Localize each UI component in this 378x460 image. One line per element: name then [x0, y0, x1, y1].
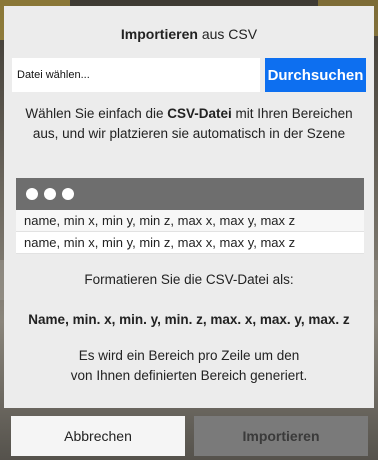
csv-preview-header: [16, 178, 364, 210]
generation-note: Es wird ein Bereich pro Zeile um den von…: [14, 346, 364, 386]
note-line: von Ihnen definierten Bereich generiert.: [70, 368, 308, 383]
note-line: Es wird ein Bereich pro Zeile um den: [78, 348, 300, 363]
import-button[interactable]: Importieren: [194, 416, 368, 456]
description-pre: Wählen Sie einfach die: [25, 106, 168, 121]
csv-preview-row: name, min x, min y, min z, max x, max y,…: [16, 232, 364, 254]
csv-preview-row: name, min x, min y, min z, max x, max y,…: [16, 210, 364, 232]
dialog-title-rest: aus CSV: [197, 26, 258, 42]
description-bold: CSV-Datei: [167, 106, 232, 121]
description-text: Wählen Sie einfach die CSV-Datei mit Ihr…: [14, 104, 364, 144]
file-path-field[interactable]: Datei wählen...: [12, 58, 260, 92]
browse-button[interactable]: Durchsuchen: [265, 58, 366, 92]
dot-icon: [62, 188, 74, 200]
csv-preview: name, min x, min y, min z, max x, max y,…: [16, 178, 364, 258]
cancel-button[interactable]: Abbrechen: [11, 416, 185, 456]
format-value: Name, min. x, min. y, min. z, max. x, ma…: [28, 312, 350, 327]
dialog-title: Importieren aus CSV: [4, 26, 374, 42]
dot-icon: [26, 188, 38, 200]
import-csv-dialog: Importieren aus CSV Datei wählen... Durc…: [4, 6, 374, 408]
dot-icon: [44, 188, 56, 200]
format-label: Formatieren Sie die CSV-Datei als:: [84, 272, 294, 287]
dialog-title-bold: Importieren: [120, 26, 198, 42]
